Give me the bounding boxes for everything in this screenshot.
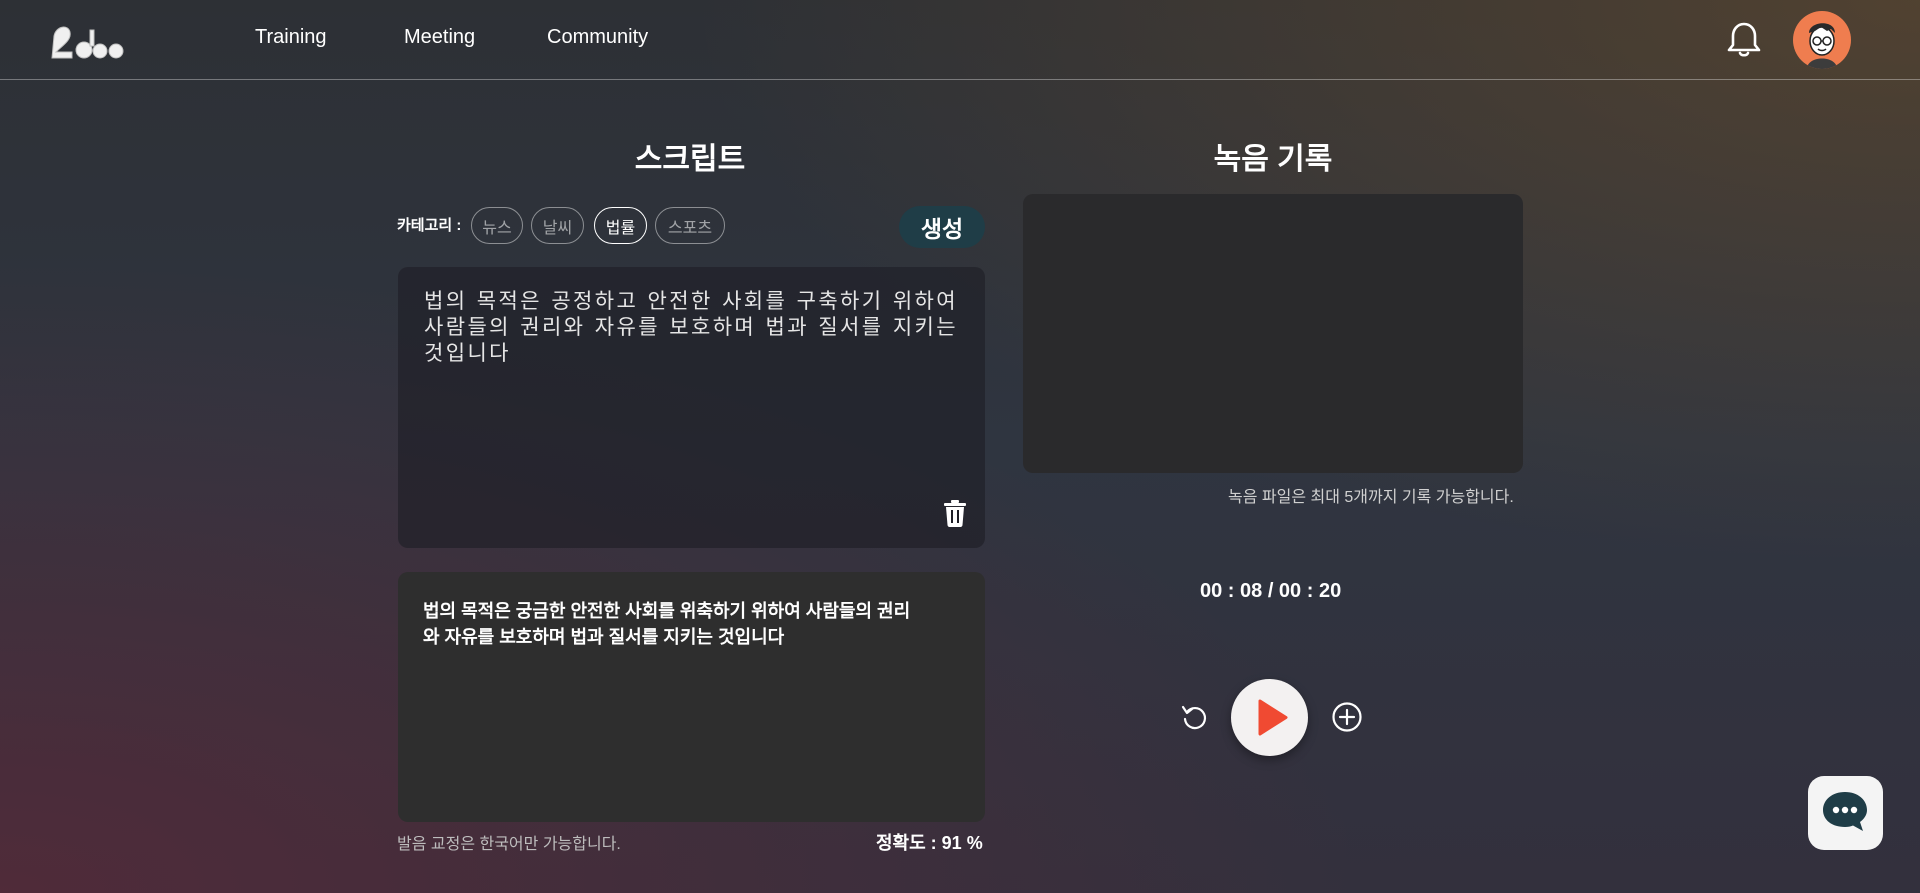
add-circle-icon[interactable] xyxy=(1331,701,1363,733)
category-chip-sports[interactable]: 스포츠 xyxy=(655,207,725,244)
nav-meeting[interactable]: Meeting xyxy=(404,26,475,49)
recording-limit-note: 녹음 파일은 최대 5개까지 기록 가능합니다. xyxy=(1228,489,1514,506)
category-chip-news[interactable]: 뉴스 xyxy=(471,207,523,244)
logo[interactable] xyxy=(50,18,130,62)
replay-icon[interactable] xyxy=(1180,703,1208,731)
script-title: 스크립트 xyxy=(634,143,746,176)
user-avatar[interactable] xyxy=(1793,11,1851,69)
script-text[interactable]: 법의 목적은 공정하고 안전한 사회를 구축하기 위하여 사람들의 권리와 자유… xyxy=(424,289,958,367)
pronunciation-note: 발음 교정은 한국어만 가능합니다. xyxy=(397,836,621,853)
nav-community[interactable]: Community xyxy=(547,26,648,49)
nav-training[interactable]: Training xyxy=(255,26,327,49)
accuracy-value: 정확도 : 91 % xyxy=(876,833,983,853)
category-chip-law[interactable]: 법률 xyxy=(594,207,647,244)
recording-list xyxy=(1023,194,1523,473)
category-chip-weather[interactable]: 날씨 xyxy=(531,207,584,244)
play-icon xyxy=(1258,699,1288,736)
chat-icon xyxy=(1823,792,1867,831)
top-nav-bar: Training Meeting Community xyxy=(0,0,1920,80)
chat-button[interactable] xyxy=(1808,776,1883,850)
trash-icon[interactable] xyxy=(943,499,967,527)
recording-timer: 00 : 08 / 00 : 20 xyxy=(1200,580,1342,602)
category-label: 카테고리 : xyxy=(397,217,462,234)
bell-icon[interactable] xyxy=(1726,20,1762,58)
play-button[interactable] xyxy=(1231,679,1308,756)
script-textarea[interactable]: 법의 목적은 공정하고 안전한 사회를 구축하기 위하여 사람들의 권리와 자유… xyxy=(398,267,985,548)
recording-title: 녹음 기록 xyxy=(1213,143,1333,176)
generate-button[interactable]: 생성 xyxy=(899,206,985,248)
result-box: 법의 목적은 궁금한 안전한 사회를 위축하기 위하여 사람들의 권리와 자유를… xyxy=(398,572,985,822)
result-text: 법의 목적은 궁금한 안전한 사회를 위축하기 위하여 사람들의 권리와 자유를… xyxy=(423,601,911,647)
